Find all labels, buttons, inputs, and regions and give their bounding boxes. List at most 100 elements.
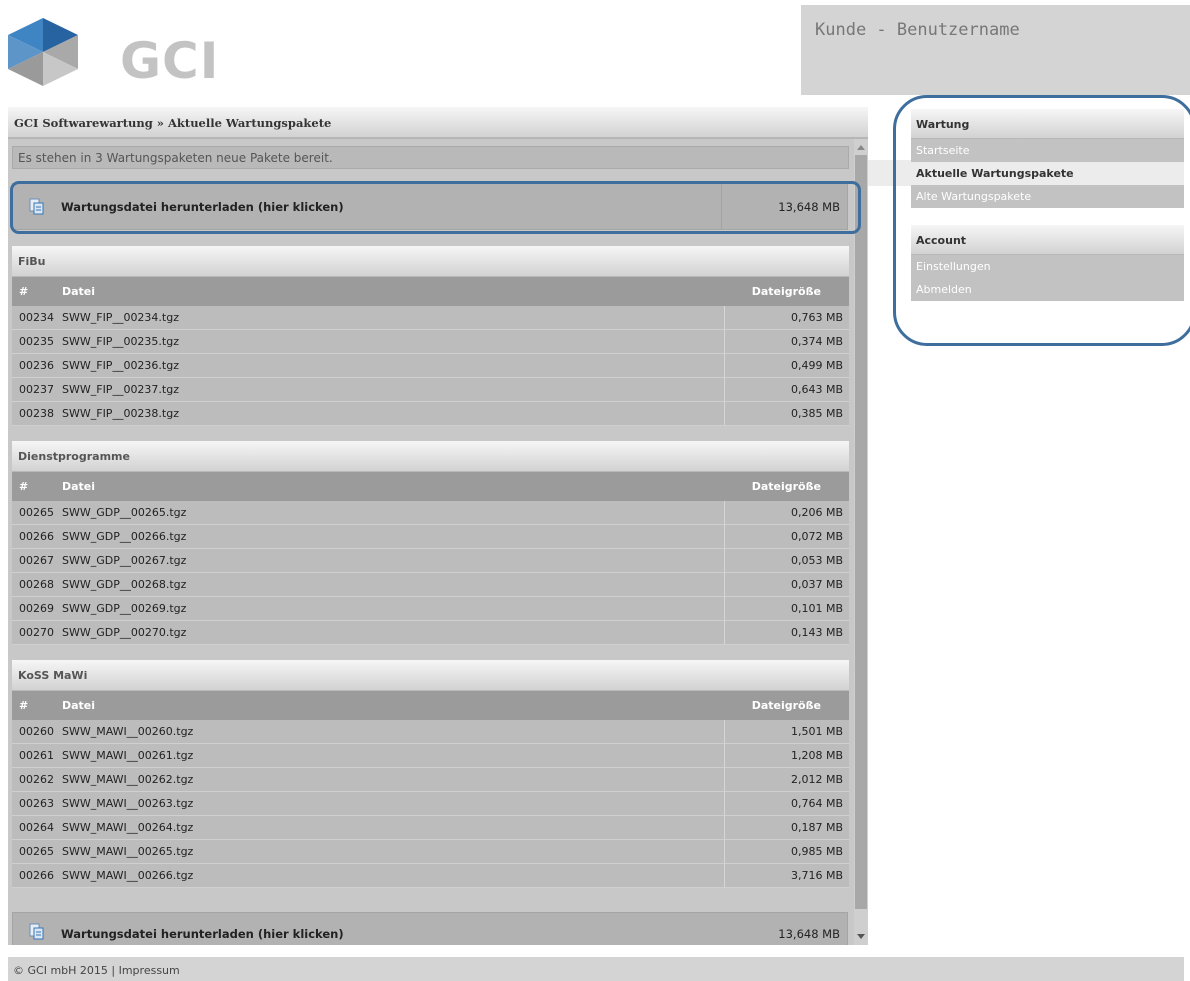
- cell-divider: [724, 402, 725, 425]
- row-file[interactable]: SWW_FIP__00236.tgz: [62, 359, 179, 372]
- row-file[interactable]: SWW_GDP__00267.tgz: [62, 554, 186, 567]
- user-label: Kunde - Benutzername: [815, 20, 1020, 40]
- row-size: 0,143 MB: [790, 626, 843, 639]
- column-size: Dateigröße: [751, 699, 821, 712]
- row-size: 1,501 MB: [790, 725, 843, 738]
- row-number: 00270: [19, 626, 54, 639]
- row-number: 00237: [19, 383, 54, 396]
- row-number: 00263: [19, 797, 54, 810]
- row-size: 2,012 MB: [790, 773, 843, 786]
- row-file[interactable]: SWW_GDP__00269.tgz: [62, 602, 186, 615]
- row-number: 00267: [19, 554, 54, 567]
- row-size: 0,072 MB: [790, 530, 843, 543]
- row-number: 00265: [19, 506, 54, 519]
- table-row[interactable]: 00264 SWW_MAWI__00264.tgz 0,187 MB: [12, 816, 849, 840]
- column-number: #: [19, 285, 29, 298]
- column-file: Datei: [62, 699, 96, 712]
- scroll-up-icon[interactable]: [857, 145, 865, 150]
- row-file[interactable]: SWW_MAWI__00264.tgz: [62, 821, 193, 834]
- download-label: Wartungsdatei herunterladen (hier klicke…: [61, 927, 344, 941]
- row-file[interactable]: SWW_MAWI__00263.tgz: [62, 797, 193, 810]
- table-row[interactable]: 00269 SWW_GDP__00269.tgz 0,101 MB: [12, 597, 849, 621]
- group-title: FiBu: [12, 246, 849, 277]
- gci-logo-icon: [8, 18, 78, 86]
- table-row[interactable]: 00265 SWW_MAWI__00265.tgz 0,985 MB: [12, 840, 849, 864]
- table-row[interactable]: 00234 SWW_FIP__00234.tgz 0,763 MB: [12, 306, 849, 330]
- table-row[interactable]: 00260 SWW_MAWI__00260.tgz 1,501 MB: [12, 720, 849, 744]
- info-text: Es stehen in 3 Wartungspaketen neue Pake…: [18, 151, 333, 165]
- cell-divider: [724, 840, 725, 863]
- package-group-dienstprogramme: Dienstprogramme # Datei Dateigröße 00265…: [12, 441, 849, 645]
- row-size: 0,499 MB: [790, 359, 843, 372]
- download-button-bottom[interactable]: Wartungsdatei herunterladen (hier klicke…: [12, 912, 848, 945]
- row-file[interactable]: SWW_MAWI__00262.tgz: [62, 773, 193, 786]
- breadcrumb: GCI Softwarewartung » Aktuelle Wartungsp…: [8, 107, 868, 138]
- table-header: # Datei Dateigröße: [12, 472, 849, 501]
- cell-divider: [724, 768, 725, 791]
- row-size: 0,187 MB: [790, 821, 843, 834]
- row-size: 0,763 MB: [790, 311, 843, 324]
- main-body: Es stehen in 3 Wartungspaketen neue Pake…: [8, 139, 868, 945]
- scrollbar-thumb[interactable]: [855, 155, 867, 909]
- row-size: 0,037 MB: [790, 578, 843, 591]
- row-number: 00261: [19, 749, 54, 762]
- group-title-text: Dienstprogramme: [18, 450, 130, 463]
- row-number: 00260: [19, 725, 54, 738]
- table-row[interactable]: 00262 SWW_MAWI__00262.tgz 2,012 MB: [12, 768, 849, 792]
- row-size: 0,385 MB: [790, 407, 843, 420]
- table-row[interactable]: 00235 SWW_FIP__00235.tgz 0,374 MB: [12, 330, 849, 354]
- download-size: 13,648 MB: [778, 927, 840, 941]
- row-size: 0,206 MB: [790, 506, 843, 519]
- row-file[interactable]: SWW_GDP__00266.tgz: [62, 530, 186, 543]
- table-row[interactable]: 00236 SWW_FIP__00236.tgz 0,499 MB: [12, 354, 849, 378]
- table-row[interactable]: 00237 SWW_FIP__00237.tgz 0,643 MB: [12, 378, 849, 402]
- row-file[interactable]: SWW_FIP__00237.tgz: [62, 383, 179, 396]
- table-row[interactable]: 00266 SWW_GDP__00266.tgz 0,072 MB: [12, 525, 849, 549]
- row-file[interactable]: SWW_MAWI__00265.tgz: [62, 845, 193, 858]
- footer-text[interactable]: © GCI mbH 2015 | Impressum: [13, 964, 180, 977]
- table-row[interactable]: 00261 SWW_MAWI__00261.tgz 1,208 MB: [12, 744, 849, 768]
- row-size: 0,643 MB: [790, 383, 843, 396]
- table-row[interactable]: 00238 SWW_FIP__00238.tgz 0,385 MB: [12, 402, 849, 426]
- cell-divider: [724, 525, 725, 548]
- table-row[interactable]: 00270 SWW_GDP__00270.tgz 0,143 MB: [12, 621, 849, 645]
- user-box: Kunde - Benutzername: [801, 5, 1190, 95]
- row-size: 0,985 MB: [790, 845, 843, 858]
- table-row[interactable]: 00267 SWW_GDP__00267.tgz 0,053 MB: [12, 549, 849, 573]
- row-file[interactable]: SWW_GDP__00268.tgz: [62, 578, 186, 591]
- column-file: Datei: [62, 480, 96, 493]
- table-row[interactable]: 00266 SWW_MAWI__00266.tgz 3,716 MB: [12, 864, 849, 888]
- logo-text: GCI: [120, 32, 220, 90]
- row-size: 1,208 MB: [790, 749, 843, 762]
- cell-divider: [724, 354, 725, 377]
- footer: © GCI mbH 2015 | Impressum: [8, 957, 1184, 981]
- column-file: Datei: [62, 285, 96, 298]
- row-file[interactable]: SWW_GDP__00265.tgz: [62, 506, 186, 519]
- cell-divider: [724, 621, 725, 644]
- row-file[interactable]: SWW_FIP__00238.tgz: [62, 407, 179, 420]
- column-number: #: [19, 699, 29, 712]
- highlight-sidebar: [893, 95, 1190, 346]
- row-file[interactable]: SWW_GDP__00270.tgz: [62, 626, 186, 639]
- row-file[interactable]: SWW_MAWI__00266.tgz: [62, 869, 193, 882]
- cell-divider: [724, 744, 725, 767]
- cell-divider: [724, 720, 725, 743]
- row-file[interactable]: SWW_MAWI__00260.tgz: [62, 725, 193, 738]
- highlight-download: [10, 181, 861, 234]
- table-row[interactable]: 00263 SWW_MAWI__00263.tgz 0,764 MB: [12, 792, 849, 816]
- row-number: 00264: [19, 821, 54, 834]
- row-file[interactable]: SWW_FIP__00235.tgz: [62, 335, 179, 348]
- cell-divider: [724, 549, 725, 572]
- row-file[interactable]: SWW_MAWI__00261.tgz: [62, 749, 193, 762]
- cell-divider: [724, 864, 725, 887]
- row-file[interactable]: SWW_FIP__00234.tgz: [62, 311, 179, 324]
- table-row[interactable]: 00268 SWW_GDP__00268.tgz 0,037 MB: [12, 573, 849, 597]
- cell-divider: [724, 330, 725, 353]
- scroll-down-icon[interactable]: [857, 934, 865, 939]
- table-row[interactable]: 00265 SWW_GDP__00265.tgz 0,206 MB: [12, 501, 849, 525]
- row-number: 00234: [19, 311, 54, 324]
- package-group-koss-mawi: KoSS MaWi # Datei Dateigröße 00260 SWW_MA…: [12, 660, 849, 888]
- scrollbar[interactable]: [854, 139, 868, 945]
- row-number: 00268: [19, 578, 54, 591]
- row-number: 00266: [19, 869, 54, 882]
